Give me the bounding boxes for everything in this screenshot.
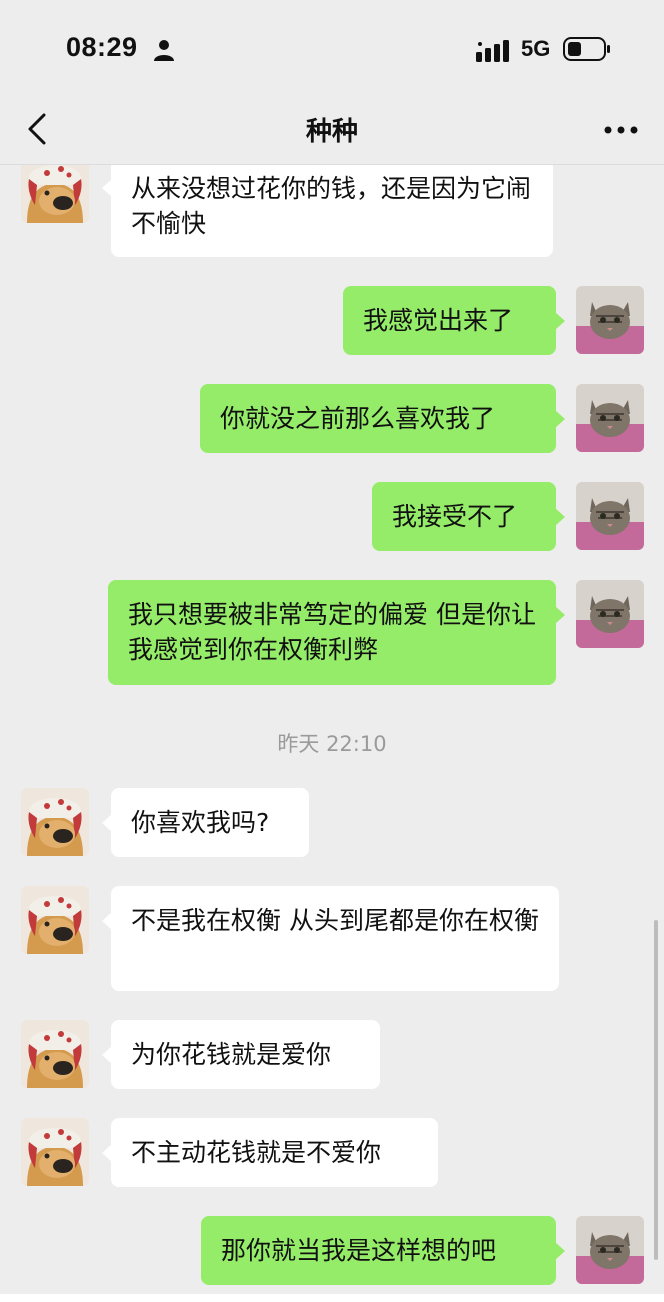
bottom-edge: [0, 1294, 664, 1302]
message-list[interactable]: 从来没想过花你的钱，还是因为它闹不愉快 我感觉出来了 你就没之前那么喜欢我了 我…: [0, 165, 664, 1302]
outgoing-message[interactable]: 我感觉出来了: [343, 286, 565, 355]
incoming-message[interactable]: 不主动花钱就是不爱你: [102, 1118, 438, 1187]
signal-icon: [476, 40, 509, 62]
outgoing-message[interactable]: 你就没之前那么喜欢我了: [200, 384, 565, 453]
contact-avatar[interactable]: [21, 1118, 89, 1186]
contact-avatar[interactable]: [21, 886, 89, 954]
chat-header: 种种: [0, 96, 664, 165]
user-avatar[interactable]: [576, 482, 644, 550]
incoming-message[interactable]: 你喜欢我吗?: [102, 788, 309, 857]
contact-avatar[interactable]: [21, 165, 89, 223]
contact-avatar[interactable]: [21, 1020, 89, 1088]
more-dots-icon[interactable]: [604, 125, 638, 135]
contact-avatar[interactable]: [21, 788, 89, 856]
battery-icon: [563, 37, 610, 61]
message-timestamp: 昨天 22:10: [277, 732, 387, 756]
user-avatar[interactable]: [576, 286, 644, 354]
outgoing-message[interactable]: 那你就当我是这样想的吧: [201, 1216, 565, 1285]
outgoing-message[interactable]: 我只想要被非常笃定的偏爱 但是你让我感觉到你在权衡利弊: [108, 580, 565, 685]
scrollbar[interactable]: [654, 920, 658, 1260]
user-avatar[interactable]: [576, 580, 644, 648]
status-bar: 08:29 5G: [0, 0, 664, 96]
incoming-message[interactable]: 为你花钱就是爱你: [102, 1020, 380, 1089]
network-type: 5G: [521, 36, 551, 61]
user-avatar[interactable]: [576, 384, 644, 452]
person-icon: [154, 40, 174, 61]
user-avatar[interactable]: [576, 1216, 644, 1284]
outgoing-message[interactable]: 我接受不了: [372, 482, 565, 551]
chat-title: 种种: [305, 117, 358, 147]
incoming-message[interactable]: 从来没想过花你的钱，还是因为它闹不愉快: [102, 165, 553, 257]
status-time: 08:29: [66, 32, 138, 62]
incoming-message[interactable]: 不是我在权衡 从头到尾都是你在权衡: [102, 886, 559, 991]
